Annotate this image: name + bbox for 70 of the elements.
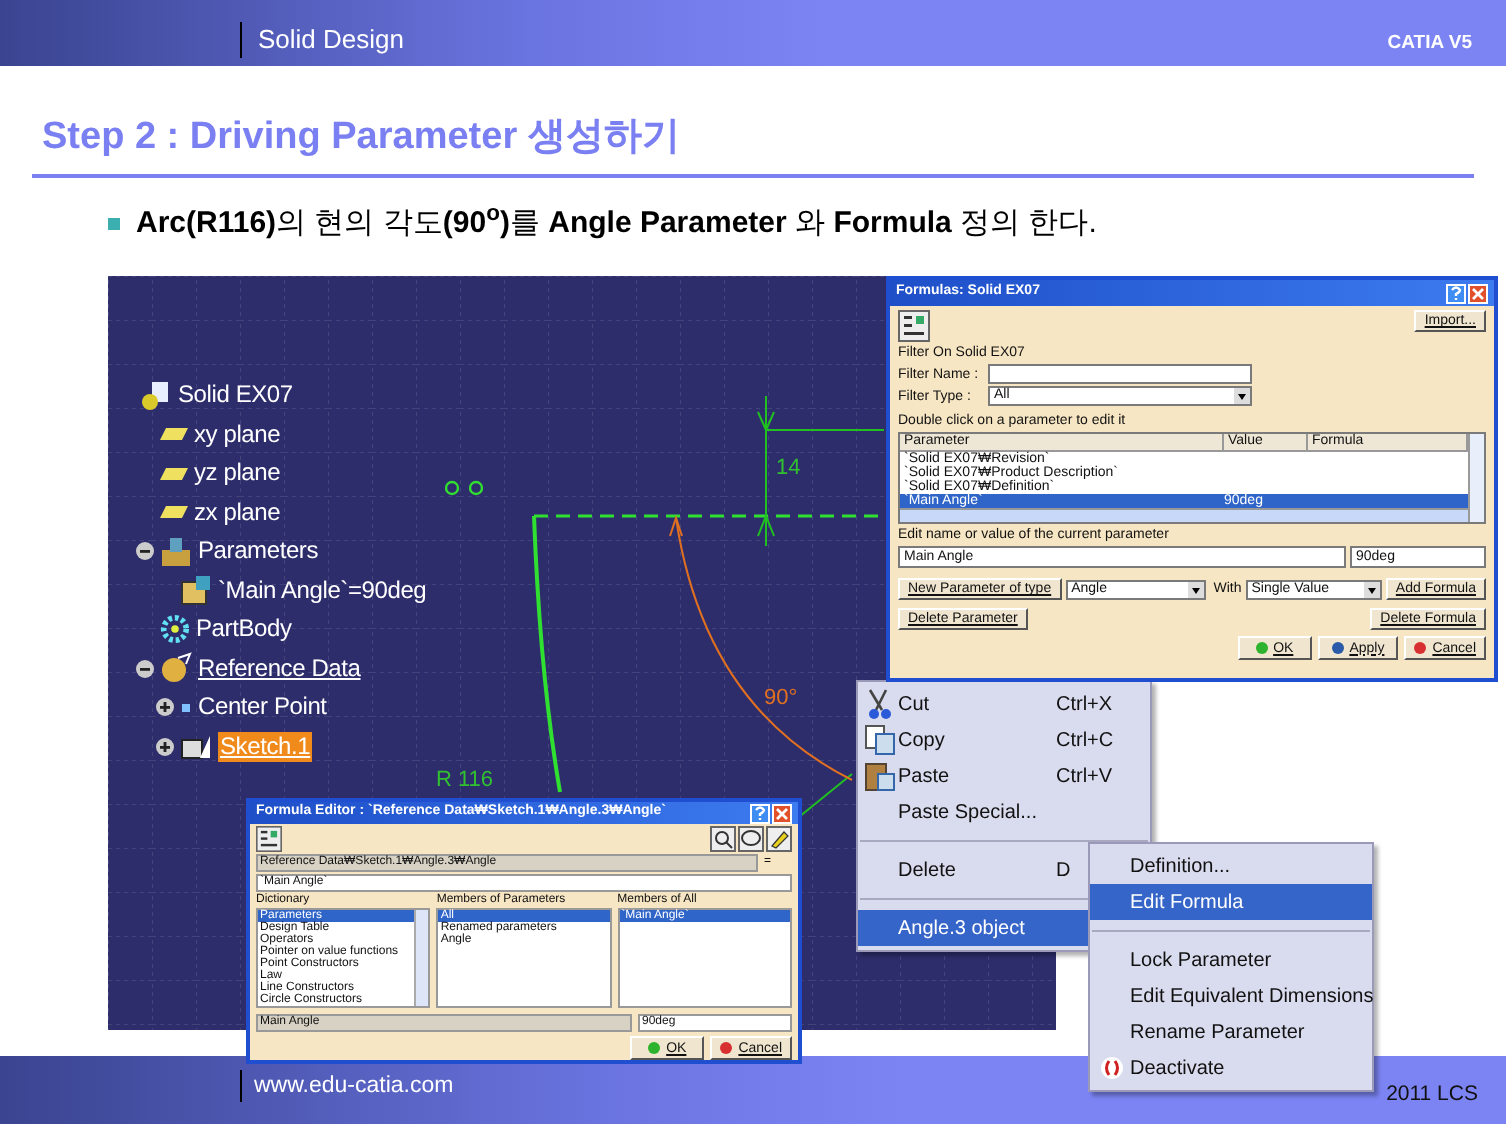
parameters-icon <box>160 535 192 568</box>
dropdown-icon <box>1363 581 1380 597</box>
sketch-icon <box>180 732 212 761</box>
tree-item[interactable]: yz plane <box>194 458 281 489</box>
menu-item[interactable]: Edit Formula <box>1090 884 1372 920</box>
bullet-icon <box>108 217 120 230</box>
dimension-label: R 116 <box>436 766 494 796</box>
vertical-scrollbar[interactable] <box>1468 434 1484 522</box>
tree-item[interactable]: Parameters <box>198 536 319 567</box>
menu-item[interactable]: Paste Ctrl+V <box>858 758 1150 794</box>
formula-toolbar-icon[interactable] <box>256 826 282 852</box>
shortcut-text: Ctrl+X <box>1056 691 1115 719</box>
tree-item[interactable]: PartBody <box>196 614 292 645</box>
reference-icon <box>160 652 192 685</box>
copy-icon <box>864 724 896 756</box>
tree-item[interactable]: `Main Angle`=90deg <box>218 575 427 606</box>
plane-icon <box>160 504 188 521</box>
formula-toolbar-icon[interactable] <box>898 310 930 342</box>
tree-item[interactable]: Center Point <box>198 692 327 723</box>
product-name: CATIA V5 <box>1387 29 1472 58</box>
menu-item[interactable]: Paste Special... <box>858 794 1150 830</box>
dropdown-icon <box>1187 581 1204 597</box>
horizontal-scrollbar[interactable] <box>900 508 1468 522</box>
bullet-text: Arc(R116)의 현의 각도(90$^{o}$)를 Angle Parameter 와 Formula 정의 한다. <box>136 201 1097 243</box>
menu-item[interactable]: Copy Ctrl+C <box>858 722 1150 758</box>
magnifier-icon[interactable] <box>710 826 736 852</box>
footer-url: www.edu-catia.com <box>240 1070 454 1102</box>
cancel-icon <box>720 1042 733 1054</box>
close-button[interactable] <box>772 803 792 823</box>
help-button[interactable] <box>750 803 770 823</box>
part-icon <box>140 379 172 412</box>
vertical-scrollbar[interactable] <box>414 910 429 1006</box>
section-title: Solid Design <box>240 22 404 58</box>
shortcut-text: Ctrl+V <box>1056 763 1115 791</box>
shortcut-text: Ctrl+C <box>1056 727 1116 755</box>
parameter-icon <box>180 574 212 607</box>
point-icon <box>180 701 192 714</box>
tree-item[interactable]: zx plane <box>194 497 281 528</box>
ok-icon <box>648 1042 661 1054</box>
tree-item[interactable]: Reference Data <box>198 653 361 684</box>
tree-item[interactable]: Solid EX07 <box>178 380 293 411</box>
apply-icon <box>1331 642 1344 654</box>
cancel-icon <box>1414 642 1427 654</box>
menu-item[interactable]: Rename Parameter <box>1090 1014 1372 1050</box>
menu-item[interactable]: Cut Ctrl+X <box>858 686 1150 722</box>
deactivate-icon <box>1100 1056 1124 1080</box>
menu-item[interactable]: Edit Equivalent Dimensions <box>1090 978 1372 1014</box>
menu-item[interactable]: Definition... <box>1090 848 1372 884</box>
filter-name-field[interactable] <box>988 364 1252 384</box>
ok-icon <box>1255 642 1268 654</box>
close-icon <box>1472 287 1484 299</box>
eraser-icon[interactable] <box>766 826 792 852</box>
close-button[interactable] <box>1468 283 1488 303</box>
slide-title: Step 2 : Driving Parameter 생성하기 <box>42 116 680 158</box>
help-button[interactable] <box>1446 283 1466 303</box>
copyright-text: 2011 LCS <box>1386 1080 1478 1110</box>
menu-item[interactable]: Lock Parameter <box>1090 942 1372 978</box>
dimension-label: 14 <box>776 454 801 484</box>
clipboard-icon <box>864 760 896 792</box>
tree-item[interactable]: xy plane <box>194 419 281 450</box>
gear-icon <box>160 614 190 645</box>
help-icon <box>1450 286 1462 300</box>
plane-icon <box>160 426 188 443</box>
scissors-icon <box>864 688 896 720</box>
dimension-label: 90° <box>764 684 798 714</box>
help-icon <box>754 806 766 820</box>
plane-icon <box>160 465 188 482</box>
menu-item[interactable]: Deactivate <box>1090 1050 1372 1086</box>
close-icon <box>776 807 788 819</box>
dropdown-icon <box>1234 388 1250 404</box>
